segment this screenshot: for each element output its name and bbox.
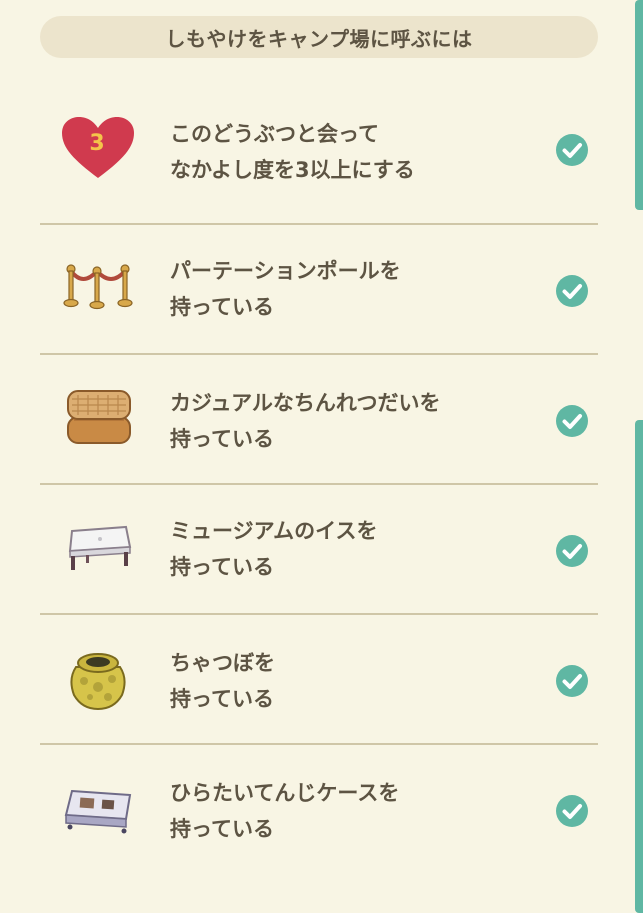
requirement-text-line1: パーテーションポールを xyxy=(170,259,401,283)
requirement-text-line2: 持っている xyxy=(170,817,274,841)
requirement-text-line2: なかよし度を3以上にする xyxy=(170,158,415,182)
header-title: しもやけをキャンプ場に呼ぶには xyxy=(165,26,473,51)
requirement-text: パーテーションポールを 持っている xyxy=(170,253,528,325)
requirement-text: このどうぶつと会って なかよし度を3以上にする xyxy=(170,116,528,188)
check-icon xyxy=(556,535,588,567)
display-stand-icon xyxy=(67,390,131,444)
requirement-row-display-stand: カジュアルなちんれつだいを 持っている xyxy=(40,355,598,485)
requirement-text-line1: ひらたいてんじケースを xyxy=(170,781,400,805)
header-title-pill: しもやけをキャンプ場に呼ぶには xyxy=(40,16,598,58)
requirements-list: 3 このどうぶつと会って なかよし度を3以上にする パーテーションポールを 持っ… xyxy=(40,84,598,875)
requirement-row-friendship: 3 このどうぶつと会って なかよし度を3以上にする xyxy=(40,84,598,225)
requirement-text-line2: 持っている xyxy=(170,555,274,579)
scrollbar-thumb-upper[interactable] xyxy=(635,0,643,210)
requirement-row-partition-pole: パーテーションポールを 持っている xyxy=(40,225,598,355)
requirement-row-tea-jar: ちゃつぼを 持っている xyxy=(40,615,598,745)
check-icon xyxy=(556,134,588,166)
check-icon xyxy=(556,405,588,437)
museum-bench-icon xyxy=(68,525,132,570)
requirement-text-line1: このどうぶつと会って xyxy=(170,122,379,146)
requirement-row-museum-bench: ミュージアムのイスを 持っている xyxy=(40,485,598,615)
requirement-text-line1: ミュージアムのイスを xyxy=(170,519,378,543)
scrollbar-thumb-lower[interactable] xyxy=(635,420,643,913)
requirement-text-line1: ちゃつぼを xyxy=(170,651,275,675)
requirement-text: ミュージアムのイスを 持っている xyxy=(170,513,528,585)
check-icon xyxy=(556,275,588,307)
check-icon xyxy=(556,665,588,697)
requirement-text-line2: 持っている xyxy=(170,687,274,711)
heart-icon: 3 xyxy=(62,117,134,178)
requirement-text-line1: カジュアルなちんれつだいを xyxy=(170,391,441,415)
scrollbar[interactable] xyxy=(635,0,643,913)
heart-level-number: 3 xyxy=(89,131,104,156)
check-icon xyxy=(556,795,588,827)
requirement-text: ひらたいてんじケースを 持っている xyxy=(170,775,528,847)
requirement-text-line2: 持っている xyxy=(170,295,274,319)
tea-jar-icon xyxy=(70,653,126,711)
partition-pole-icon xyxy=(63,264,133,310)
requirement-row-display-case: ひらたいてんじケースを 持っている xyxy=(40,745,598,875)
display-case-icon xyxy=(64,789,132,834)
requirement-text: ちゃつぼを 持っている xyxy=(170,645,528,717)
requirement-text-line2: 持っている xyxy=(170,427,274,451)
requirement-text: カジュアルなちんれつだいを 持っている xyxy=(170,385,528,457)
